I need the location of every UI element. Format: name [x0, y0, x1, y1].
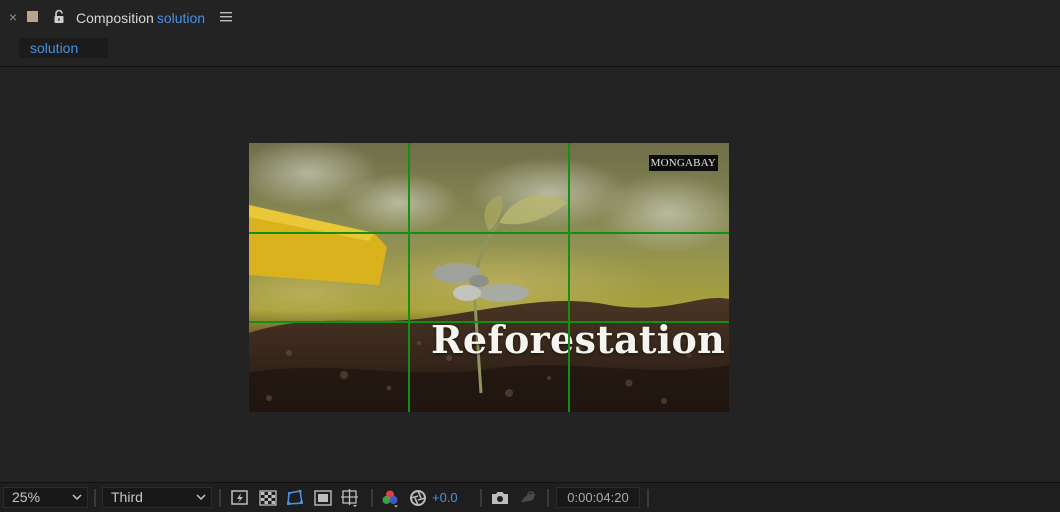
chevron-down-icon — [72, 494, 82, 501]
mask-path-visibility-icon[interactable] — [285, 488, 305, 508]
composition-name[interactable]: solution — [157, 10, 205, 26]
resolution-value: Third — [111, 489, 143, 505]
show-snapshot-icon — [521, 491, 535, 502]
lock-icon[interactable] — [52, 9, 66, 25]
close-icon[interactable]: × — [7, 9, 19, 25]
grid-line-vertical-1 — [408, 143, 410, 412]
composition-frame[interactable]: MONGABAY Reforestation — [249, 143, 729, 412]
composition-tab-bar: solution — [0, 36, 1060, 66]
toolbar-separator — [480, 489, 482, 507]
current-time-display[interactable]: 0:00:04:20 — [556, 487, 640, 508]
show-channel-icon[interactable] — [380, 488, 400, 508]
resolution-dropdown[interactable]: Third — [102, 487, 212, 508]
label-color-swatch[interactable] — [27, 11, 38, 22]
grid-line-horizontal-1 — [249, 232, 729, 234]
viewer-toolbar: 25% Third +0.0 0:00:04:20 — [0, 482, 1060, 512]
toolbar-separator — [219, 489, 221, 507]
always-preview-icon[interactable] — [230, 488, 250, 508]
magnification-dropdown[interactable]: 25% — [3, 487, 88, 508]
magnification-value: 25% — [12, 489, 41, 505]
mongabay-watermark: MONGABAY — [648, 155, 718, 171]
composition-panel: × Composition solution solution MONGABAY… — [0, 0, 1060, 512]
grid-guides-icon[interactable] — [340, 488, 360, 508]
toolbar-separator — [371, 489, 373, 507]
grid-line-vertical-2 — [568, 143, 570, 412]
exposure-value[interactable]: +0.0 — [432, 489, 458, 507]
hamburger-menu-icon[interactable] — [220, 11, 232, 22]
frame-title-text[interactable]: Reforestation — [431, 317, 725, 363]
panel-title-prefix: Composition — [76, 10, 154, 26]
snapshot-icon[interactable] — [490, 488, 510, 508]
region-of-interest-icon[interactable] — [313, 488, 333, 508]
transparency-grid-icon[interactable] — [258, 488, 278, 508]
toolbar-separator — [647, 489, 649, 507]
toolbar-separator — [94, 489, 96, 507]
chevron-down-icon — [196, 494, 206, 501]
frame-background-image — [249, 143, 729, 412]
reset-exposure-icon[interactable] — [408, 488, 428, 508]
panel-header: × Composition solution — [0, 0, 1060, 36]
tab-composition-solution[interactable]: solution — [19, 38, 108, 58]
composition-viewer[interactable]: MONGABAY Reforestation — [0, 67, 1060, 482]
grid-line-horizontal-2 — [249, 321, 729, 323]
toolbar-separator — [547, 489, 549, 507]
panel-title: Composition solution — [76, 9, 205, 27]
